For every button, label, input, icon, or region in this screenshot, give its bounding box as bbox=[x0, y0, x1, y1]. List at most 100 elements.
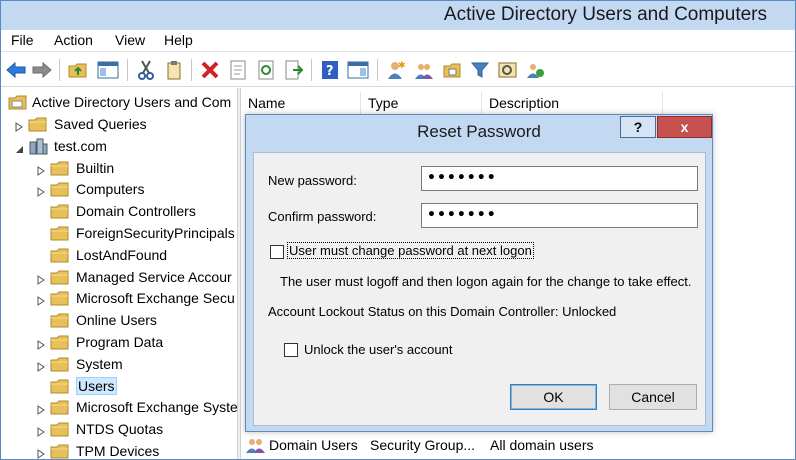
refresh-icon[interactable] bbox=[255, 59, 277, 81]
cut-icon[interactable] bbox=[135, 59, 157, 81]
show-console-tree-icon[interactable] bbox=[97, 59, 119, 81]
properties-icon[interactable] bbox=[227, 59, 249, 81]
confirm-password-field[interactable]: ••••••• bbox=[421, 203, 698, 228]
cancel-button[interactable]: Cancel bbox=[609, 384, 697, 410]
tree-item[interactable]: System bbox=[1, 354, 237, 376]
tree-item-label: Microsoft Exchange Secu bbox=[76, 290, 235, 307]
tree-item[interactable]: Builtin bbox=[1, 158, 237, 180]
collapsed-arrow-icon[interactable] bbox=[37, 185, 45, 198]
must-change-label[interactable]: User must change password at next logon bbox=[287, 242, 534, 259]
expanded-arrow-icon[interactable] bbox=[15, 142, 23, 153]
column-type[interactable]: Type bbox=[361, 92, 482, 114]
help-button[interactable]: ? bbox=[620, 116, 656, 138]
menu-help[interactable]: Help bbox=[164, 32, 193, 48]
tree-item[interactable]: Computers bbox=[1, 179, 237, 201]
tree-item[interactable]: Domain Controllers bbox=[1, 201, 237, 223]
folder-icon bbox=[50, 443, 70, 459]
tree-item-label: LostAndFound bbox=[76, 246, 168, 263]
tree-item[interactable]: Microsoft Exchange Syste bbox=[1, 397, 237, 419]
folder-icon bbox=[50, 225, 70, 242]
collapsed-arrow-icon[interactable] bbox=[37, 360, 45, 372]
export-list-icon[interactable] bbox=[283, 59, 305, 81]
tree-item[interactable]: Program Data bbox=[1, 332, 237, 354]
svg-text:?: ? bbox=[326, 64, 334, 79]
toolbar-separator bbox=[127, 59, 128, 81]
tree-item[interactable]: Users bbox=[1, 376, 237, 398]
cell-description: All domain users bbox=[490, 437, 594, 453]
group-icon bbox=[246, 437, 266, 456]
toolbar: ? ✱ bbox=[1, 53, 795, 87]
tree-root-label: Active Directory Users and Com bbox=[32, 94, 232, 110]
collapsed-arrow-icon[interactable] bbox=[37, 338, 45, 350]
new-group-icon[interactable] bbox=[413, 59, 435, 81]
new-user-icon[interactable]: ✱ bbox=[385, 59, 407, 81]
tree-item[interactable]: LostAndFound bbox=[1, 245, 237, 267]
tree-root[interactable]: Active Directory Users and Com bbox=[1, 92, 237, 114]
action-pane-icon[interactable] bbox=[347, 59, 369, 81]
folder-icon bbox=[50, 247, 70, 264]
collapsed-arrow-icon[interactable] bbox=[37, 403, 45, 416]
new-ou-icon[interactable] bbox=[441, 59, 463, 81]
help-icon[interactable]: ? bbox=[319, 59, 341, 81]
folder-up-icon[interactable] bbox=[67, 59, 89, 81]
info-text: The user must logoff and then logon agai… bbox=[280, 274, 692, 289]
tree-item-label: Users bbox=[76, 376, 117, 395]
snapin-icon bbox=[8, 94, 28, 111]
column-description[interactable]: Description bbox=[482, 92, 663, 114]
tree-item-label: Program Data bbox=[76, 334, 164, 350]
tree-item[interactable]: Online Users bbox=[1, 310, 237, 332]
tree-item[interactable]: NTDS Quotas bbox=[1, 419, 237, 441]
new-password-label: New password: bbox=[268, 173, 357, 188]
folder-icon bbox=[50, 312, 70, 329]
menu-view[interactable]: View bbox=[115, 32, 145, 48]
collapsed-arrow-icon[interactable] bbox=[37, 425, 45, 438]
svg-text:✱: ✱ bbox=[398, 61, 406, 71]
find-icon[interactable] bbox=[497, 59, 519, 81]
tree-item-label: Domain Controllers bbox=[76, 203, 196, 220]
delete-icon[interactable] bbox=[199, 59, 221, 81]
collapsed-arrow-icon[interactable] bbox=[15, 120, 23, 132]
cell-name: Domain Users bbox=[269, 437, 358, 453]
folder-icon bbox=[50, 334, 70, 351]
tree-item-label: TPM Devices bbox=[76, 443, 160, 459]
add-to-group-icon[interactable] bbox=[525, 59, 547, 81]
tree-item[interactable]: Saved Queries bbox=[1, 114, 237, 136]
menu-file[interactable]: File bbox=[11, 32, 34, 48]
toolbar-separator bbox=[191, 59, 192, 81]
tree-item-label: Builtin bbox=[76, 159, 115, 176]
title-bar[interactable]: Active Directory Users and Computers bbox=[1, 1, 795, 30]
tree-item-label: test.com bbox=[54, 137, 107, 154]
copy-icon[interactable] bbox=[163, 59, 185, 81]
cell-type: Security Group... bbox=[370, 437, 476, 453]
must-change-checkbox[interactable] bbox=[270, 245, 284, 259]
unlock-account-label[interactable]: Unlock the user's account bbox=[304, 342, 452, 357]
unlock-account-checkbox[interactable] bbox=[284, 343, 298, 357]
tree-item[interactable]: test.com bbox=[1, 136, 237, 158]
console-tree: Active Directory Users and Com Saved Que… bbox=[1, 88, 237, 459]
new-password-field[interactable]: ••••••• bbox=[421, 166, 698, 191]
folder-icon bbox=[28, 116, 48, 133]
folder-icon bbox=[50, 356, 70, 373]
list-item[interactable]: Domain Users Security Group... All domai… bbox=[241, 433, 795, 455]
collapsed-arrow-icon[interactable] bbox=[37, 273, 45, 285]
back-arrow-icon[interactable] bbox=[5, 59, 27, 81]
collapsed-arrow-icon[interactable] bbox=[37, 447, 45, 459]
close-button[interactable]: x bbox=[657, 116, 712, 138]
folder-icon bbox=[50, 399, 70, 416]
ok-button[interactable]: OK bbox=[510, 384, 597, 410]
folder-icon bbox=[50, 160, 70, 177]
toolbar-separator bbox=[377, 59, 378, 81]
column-name[interactable]: Name bbox=[241, 92, 361, 114]
tree-item[interactable]: Microsoft Exchange Secu bbox=[1, 288, 237, 310]
tree-item[interactable]: Managed Service Accour bbox=[1, 267, 237, 289]
tree-item[interactable]: TPM Devices bbox=[1, 441, 237, 459]
tree-item-label: Online Users bbox=[76, 312, 157, 329]
dialog-body: New password: ••••••• Confirm password: … bbox=[253, 152, 706, 426]
collapsed-arrow-icon[interactable] bbox=[37, 294, 45, 307]
filter-icon[interactable] bbox=[469, 59, 491, 81]
tree-item[interactable]: ForeignSecurityPrincipals bbox=[1, 223, 237, 245]
collapsed-arrow-icon[interactable] bbox=[37, 164, 45, 176]
menu-action[interactable]: Action bbox=[54, 32, 93, 48]
forward-arrow-icon[interactable] bbox=[31, 59, 53, 81]
window-title: Active Directory Users and Computers bbox=[443, 4, 767, 25]
